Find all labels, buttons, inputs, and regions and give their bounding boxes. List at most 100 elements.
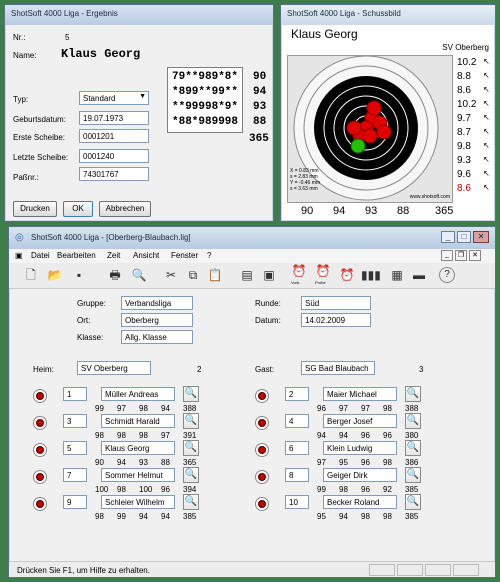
cancel-button[interactable]: Abbrechen xyxy=(99,201,151,217)
shooter-name-field[interactable]: Becker Roland xyxy=(323,495,397,509)
pass-label: Paßnr.: xyxy=(13,173,39,182)
shooter-name-field[interactable]: Klaus Georg xyxy=(101,441,175,455)
search-icon[interactable]: 🔍 xyxy=(405,386,421,402)
datum-field[interactable]: 14.02.2009 xyxy=(301,313,371,327)
erste-field[interactable]: 0001201 xyxy=(79,129,149,143)
alarm-vorb-icon[interactable]: ⏰ xyxy=(291,263,307,279)
gruppe-field[interactable]: Verbandsliga xyxy=(121,296,193,310)
shooter-name-field[interactable]: Schleier Wilhelm xyxy=(101,495,175,509)
shooter-nr-field[interactable]: 1 xyxy=(63,387,87,401)
shooter-select-radio[interactable] xyxy=(33,443,47,457)
series-value: 94 xyxy=(117,458,126,467)
search-icon[interactable]: 🔍 xyxy=(405,413,421,429)
shot-mark xyxy=(366,100,382,116)
shooter-name-field[interactable]: Müller Andreas xyxy=(101,387,175,401)
shooter-select-radio[interactable] xyxy=(33,497,47,511)
shooter-total: 394 xyxy=(183,485,197,494)
menu-bearbeiten[interactable]: Bearbeiten xyxy=(57,251,96,260)
alarm-probe-icon[interactable]: ⏰ xyxy=(315,263,331,279)
klasse-field[interactable]: Allg. Klasse xyxy=(121,330,193,344)
typ-label: Typ: xyxy=(13,95,29,104)
grid-icon[interactable]: ▬ xyxy=(411,267,427,283)
ort-field[interactable]: Oberberg xyxy=(121,313,193,327)
print-preview-icon[interactable]: 🔍 xyxy=(131,267,147,283)
shooter-nr-field[interactable]: 10 xyxy=(285,495,309,509)
shooter-nr-field[interactable]: 4 xyxy=(285,414,309,428)
shooter-name-field[interactable]: Maier Michael xyxy=(323,387,397,401)
schussbild-name: Klaus Georg xyxy=(291,27,358,41)
copy-icon[interactable]: ⧉ xyxy=(185,267,201,283)
new-file-icon[interactable]: 🗋 xyxy=(23,267,39,283)
mdi-close-button[interactable]: ✕ xyxy=(469,250,481,261)
open-folder-icon[interactable]: 📂 xyxy=(47,267,63,283)
ergebnis-window: ShotSoft 4000 Liga - Ergebnis Nr.: 5 Nam… xyxy=(4,4,274,222)
ergebnis-titlebar[interactable]: ShotSoft 4000 Liga - Ergebnis xyxy=(5,5,273,25)
save-icon[interactable]: ▪ xyxy=(71,267,87,283)
shooter-name-field[interactable]: Sommer Helmut xyxy=(101,468,175,482)
shooter-select-radio[interactable] xyxy=(255,389,269,403)
print-icon[interactable]: 🖶 xyxy=(107,267,123,283)
shooter-select-radio[interactable] xyxy=(33,470,47,484)
letzte-field[interactable]: 0001240 xyxy=(79,149,149,163)
shooter-nr-field[interactable]: 3 xyxy=(63,414,87,428)
mdi-restore-button[interactable]: ❐ xyxy=(455,250,467,261)
close-button[interactable]: ✕ xyxy=(473,231,489,243)
menu-datei[interactable]: Datei xyxy=(31,251,50,260)
shooter-nr-field[interactable]: 7 xyxy=(63,468,87,482)
runde-field[interactable]: Süd xyxy=(301,296,371,310)
heim-field[interactable]: SV Oberberg xyxy=(77,361,151,375)
shooter-select-radio[interactable] xyxy=(255,497,269,511)
search-icon[interactable]: 🔍 xyxy=(183,386,199,402)
stats-icon[interactable]: ▦ xyxy=(389,267,405,283)
shooter-nr-field[interactable]: 5 xyxy=(63,441,87,455)
list-icon[interactable]: ▤ xyxy=(239,267,255,283)
shooter-name-field[interactable]: Schmidt Harald xyxy=(101,414,175,428)
menu-help[interactable]: ? xyxy=(207,251,211,260)
typ-select-value: Standard xyxy=(83,94,116,103)
shooter-name-field[interactable]: Geiger Dirk xyxy=(323,468,397,482)
pass-field[interactable]: 74301767 xyxy=(79,167,149,181)
geb-field[interactable]: 19.07.1973 xyxy=(79,111,149,125)
main-titlebar[interactable]: ◎ ShotSoft 4000 Liga - [Oberberg-Blaubac… xyxy=(9,227,495,249)
shooter-nr-field[interactable]: 9 xyxy=(63,495,87,509)
alarm-icon[interactable]: ⏰ xyxy=(339,267,355,283)
shooter-nr-field[interactable]: 8 xyxy=(285,468,309,482)
print-button[interactable]: Drucken xyxy=(13,201,57,217)
shooter-select-radio[interactable] xyxy=(255,416,269,430)
ok-button[interactable]: OK xyxy=(63,201,93,217)
shooter-nr-field[interactable]: 6 xyxy=(285,441,309,455)
search-icon[interactable]: 🔍 xyxy=(405,440,421,456)
shooter-select-radio[interactable] xyxy=(255,443,269,457)
shooter-name-field[interactable]: Klein Ludwig xyxy=(323,441,397,455)
menu-icon[interactable]: ▣ xyxy=(15,251,23,260)
search-icon[interactable]: 🔍 xyxy=(183,413,199,429)
search-icon[interactable]: 🔍 xyxy=(405,494,421,510)
pause-icon[interactable]: ▮▮▮ xyxy=(361,267,381,283)
shooter-select-radio[interactable] xyxy=(33,416,47,430)
tape-icon[interactable]: ▣ xyxy=(261,267,277,283)
gast-field[interactable]: SG Bad Blaubach xyxy=(301,361,375,375)
menu-ansicht[interactable]: Ansicht xyxy=(133,251,159,260)
search-icon[interactable]: 🔍 xyxy=(183,467,199,483)
shooter-select-radio[interactable] xyxy=(33,389,47,403)
search-icon[interactable]: 🔍 xyxy=(183,494,199,510)
search-icon[interactable]: 🔍 xyxy=(405,467,421,483)
minimize-button[interactable]: _ xyxy=(441,231,455,243)
maximize-button[interactable]: □ xyxy=(457,231,471,243)
menu-fenster[interactable]: Fenster xyxy=(171,251,198,260)
help-icon[interactable]: ? xyxy=(439,267,455,283)
shooter-name-field[interactable]: Berger Josef xyxy=(323,414,397,428)
paste-icon[interactable]: 📋 xyxy=(207,267,223,283)
menu-zeit[interactable]: Zeit xyxy=(107,251,120,260)
series-value: 93 xyxy=(139,458,148,467)
mdi-minimize-button[interactable]: _ xyxy=(441,250,453,261)
shooter-select-radio[interactable] xyxy=(255,470,269,484)
series-value: 97 xyxy=(339,404,348,413)
shot-score: 10.2 xyxy=(457,99,477,110)
shooter-nr-field[interactable]: 2 xyxy=(285,387,309,401)
series-value: 94 xyxy=(161,404,170,413)
search-icon[interactable]: 🔍 xyxy=(183,440,199,456)
cut-icon[interactable]: ✂ xyxy=(163,267,179,283)
schussbild-titlebar[interactable]: ShotSoft 4000 Liga - Schussbild xyxy=(281,5,495,25)
typ-select[interactable]: Standard ▼ xyxy=(79,91,149,105)
